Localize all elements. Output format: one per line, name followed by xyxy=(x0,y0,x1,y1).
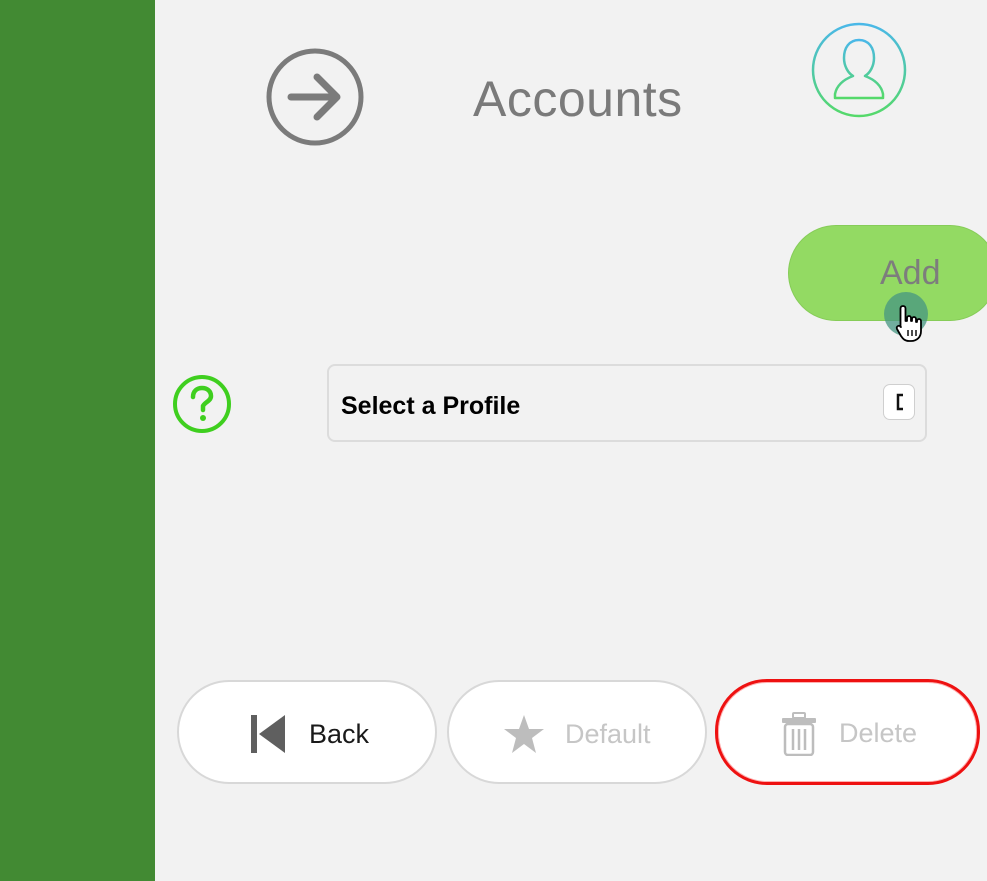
default-button[interactable]: Default xyxy=(447,680,707,784)
forward-button[interactable] xyxy=(265,47,365,147)
page-title: Accounts xyxy=(473,71,683,127)
question-circle-icon xyxy=(173,375,231,433)
main-content: Accounts Add Select a Profile Back Defau… xyxy=(155,0,987,881)
profile-select-value: Select a Profile xyxy=(341,392,521,420)
back-button-label: Back xyxy=(309,719,370,749)
star-icon xyxy=(504,715,544,753)
skip-back-icon xyxy=(251,715,285,753)
bracket-icon xyxy=(896,393,903,411)
hand-cursor-icon xyxy=(895,305,922,342)
arrow-right-circle-icon xyxy=(266,48,364,146)
add-button[interactable]: Add xyxy=(788,225,987,342)
dropdown-toggle[interactable] xyxy=(883,384,915,420)
help-button[interactable] xyxy=(172,374,232,434)
trash-icon xyxy=(782,712,816,756)
delete-button[interactable]: Delete xyxy=(715,679,980,785)
delete-button-label: Delete xyxy=(839,718,918,748)
user-profile-icon xyxy=(811,22,907,118)
add-button-label: Add xyxy=(880,254,941,292)
profile-select[interactable]: Select a Profile xyxy=(327,364,927,442)
default-button-label: Default xyxy=(565,719,651,749)
sidebar xyxy=(0,0,155,881)
back-button[interactable]: Back xyxy=(177,680,437,784)
avatar[interactable] xyxy=(811,22,907,118)
